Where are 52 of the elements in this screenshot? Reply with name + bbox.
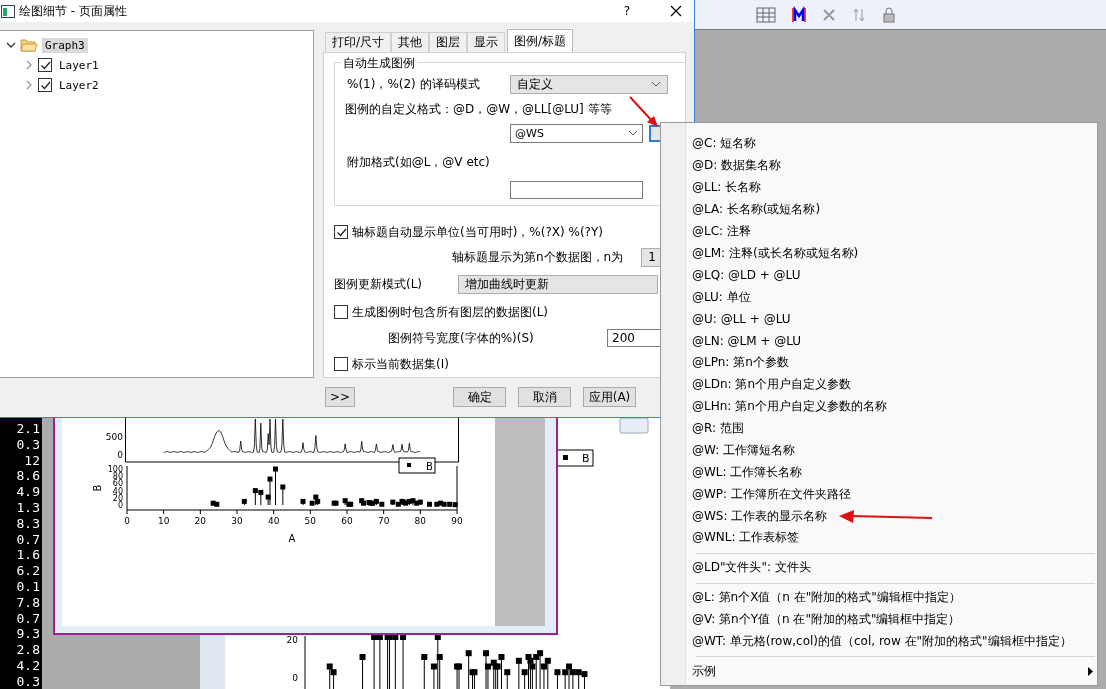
axis-title: A	[288, 533, 296, 544]
tick-label: 30	[231, 516, 243, 526]
tick-label: 500	[105, 432, 123, 442]
window-title: 绘图细节 - 页面属性	[19, 2, 127, 20]
cell-value: 0.3	[16, 436, 41, 453]
axis-title: B	[92, 484, 103, 492]
field-label: 图例更新模式(L)	[334, 275, 424, 293]
legend-label: B	[426, 461, 433, 472]
tick-label: 80	[414, 516, 427, 526]
cell-value: 6.2	[16, 563, 41, 579]
tick-label: 20	[286, 635, 298, 645]
cell-value: 2.8	[16, 642, 41, 658]
tick-label: 80	[112, 472, 123, 482]
cell-value: 1.3	[16, 500, 41, 516]
cell-value: 0.7	[16, 531, 41, 548]
cell-value: 7.8	[16, 594, 41, 611]
tick-label: 40	[267, 516, 280, 526]
cell-value: 4.2	[16, 657, 41, 674]
field-label: 轴标题显示为第n个数据图，n为	[452, 248, 624, 266]
tick-label: 60	[112, 479, 123, 489]
checkbox-label: 轴标题自动显示单位(当可用时)，%(?X) %(?Y)	[352, 223, 603, 241]
cell-value: 12	[24, 452, 41, 469]
tick-label: 100	[107, 465, 123, 474]
tick-label: 0	[117, 450, 123, 460]
field-label: 图例的自定义格式：@D，@W，@LL[@LU] 等等	[345, 100, 612, 118]
tick-label: 90	[451, 516, 463, 526]
tick-label: 50	[304, 516, 317, 526]
cell-value: 0.3	[16, 673, 41, 689]
tick-label: 10	[157, 516, 170, 526]
field-label: 附加格式(如@L，@V etc)	[347, 153, 490, 171]
legend-label: B	[582, 452, 590, 465]
cell-value: 9.3	[16, 626, 41, 643]
tick-label: 0	[117, 501, 123, 510]
tick-label: 0	[124, 516, 130, 526]
tick-label: 60	[341, 516, 353, 526]
field-label: %(1)，%(2) 的译码模式	[347, 75, 481, 93]
checkbox-label: 标示当前数据集(I)	[352, 355, 449, 373]
tick-label: 70	[377, 516, 390, 526]
cell-value: 0.7	[16, 610, 41, 627]
cell-value: 1.6	[16, 547, 41, 564]
cell-value: 4.9	[16, 484, 41, 500]
tick-label: 0	[292, 673, 298, 683]
tick-label: 40	[112, 486, 123, 496]
cell-value: 0.1	[16, 578, 41, 595]
cell-value: 8.6	[16, 468, 41, 485]
field-label: 图例符号宽度(字体的%)(S)	[387, 329, 535, 347]
cell-value: 8.3	[16, 515, 41, 532]
checkbox-label: 生成图例时包含所有图层的数据图(L)	[352, 303, 549, 321]
tick-label: 20	[112, 493, 123, 503]
group-title: 自动生成图例	[341, 55, 417, 72]
tick-label: 20	[194, 516, 207, 526]
cell-value: 2.1	[16, 421, 41, 437]
